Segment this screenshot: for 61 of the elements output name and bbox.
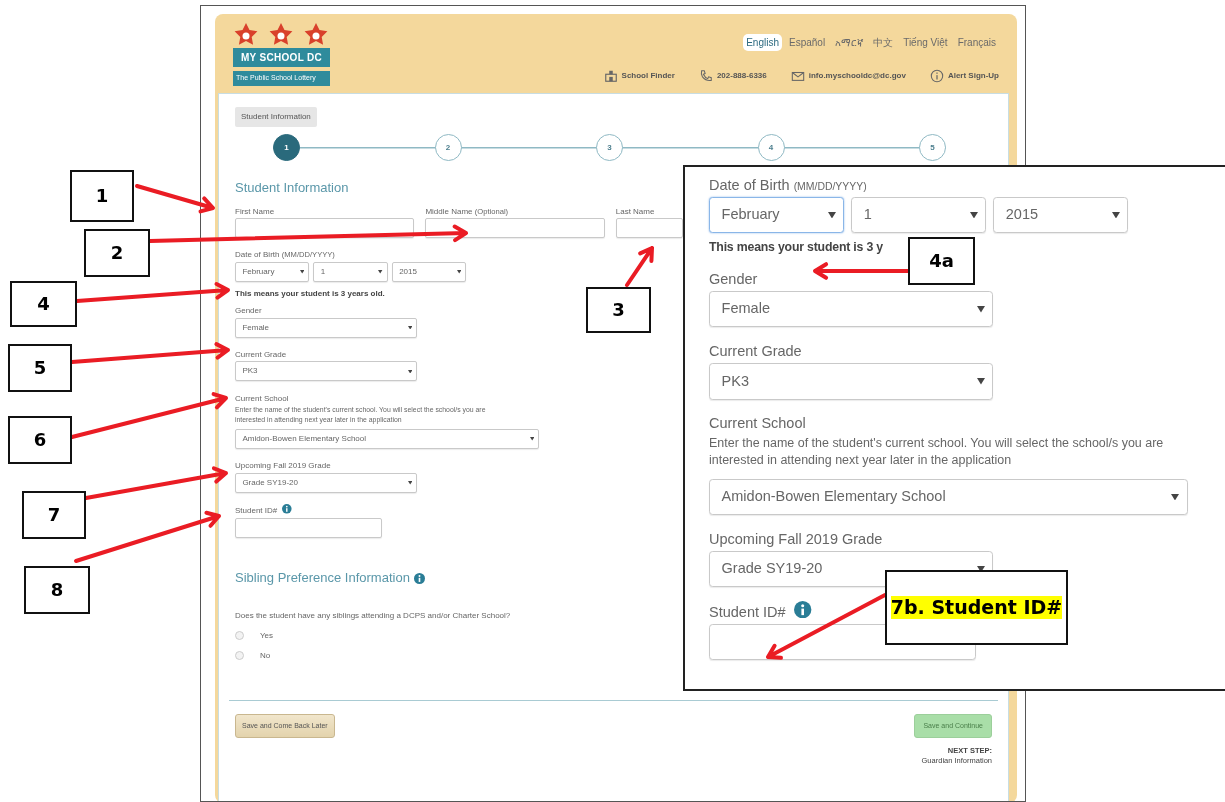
- age-message: This means your student is 3 y: [709, 239, 883, 257]
- field-label: Current School: [709, 414, 806, 433]
- step-circle[interactable]: 1: [273, 134, 300, 161]
- dropdown[interactable]: 2015: [391, 261, 467, 282]
- field-label: Current Grade: [235, 349, 287, 360]
- dropdown[interactable]: PK3: [709, 363, 994, 400]
- section-heading: Sibling Preference Information: [235, 568, 410, 587]
- header-link[interactable]: School Finder: [621, 70, 675, 82]
- field-label: Date of Birth (MM/DD/YYYY): [709, 176, 867, 195]
- language-link[interactable]: 中文: [870, 34, 897, 51]
- header-link[interactable]: info.myschooldc@dc.gov: [808, 70, 906, 82]
- callout-label: 4a: [929, 250, 954, 272]
- callout-label: 2: [110, 242, 124, 264]
- dropdown[interactable]: PK3: [235, 361, 418, 382]
- field-label: Gender: [235, 306, 262, 317]
- radio-label: No: [260, 649, 271, 662]
- step-circle[interactable]: 4: [757, 134, 785, 161]
- dropdown[interactable]: Amidon-Bowen Elementary School: [709, 478, 1188, 516]
- callout-label: 3: [612, 299, 625, 321]
- dropdown[interactable]: Amidon-Bowen Elementary School: [235, 429, 539, 450]
- field-label: Gender: [709, 270, 758, 289]
- callout-label: 1: [95, 185, 109, 207]
- dropdown[interactable]: 1: [851, 197, 986, 234]
- language-link[interactable]: Español: [786, 34, 829, 51]
- dropdown[interactable]: 2015: [993, 197, 1129, 234]
- callout-label: 5: [33, 357, 47, 379]
- question-text: Does the student have any siblings attending a DCPS and/or Charter School?: [235, 609, 511, 622]
- dropdown[interactable]: February: [709, 197, 844, 234]
- language-link[interactable]: English: [743, 34, 782, 51]
- help-text: Enter the name of the student's current school. You will select the school/s you are interested in attending next year later in the application: [709, 435, 1165, 469]
- header-link[interactable]: 202-888-6336: [716, 70, 767, 82]
- dropdown[interactable]: Female: [709, 291, 994, 328]
- field-label: Student ID#: [235, 506, 278, 517]
- field-label: First Name: [235, 206, 275, 217]
- field-label: Student ID#: [709, 602, 786, 622]
- step-circle[interactable]: 2: [434, 134, 462, 161]
- callout-label: 6: [33, 429, 47, 451]
- field-label: Upcoming Fall 2019 Grade: [235, 461, 331, 472]
- age-message: This means your student is 3 years old.: [235, 288, 385, 301]
- dropdown[interactable]: 1: [313, 261, 388, 282]
- callout-label: 7: [47, 504, 61, 526]
- logo-title: MY SCHOOL DC: [233, 48, 330, 67]
- field-label: Upcoming Fall 2019 Grade: [709, 529, 883, 549]
- callout-label: 4: [37, 293, 50, 315]
- language-link[interactable]: Tiếng Việt: [900, 34, 951, 51]
- language-link[interactable]: አማርኛ: [832, 34, 867, 51]
- field-label: Current School: [235, 393, 289, 404]
- section-heading: Student Information: [235, 179, 349, 197]
- dropdown[interactable]: February: [235, 261, 310, 282]
- step-circle[interactable]: 3: [596, 134, 623, 161]
- dropdown[interactable]: Female: [235, 317, 418, 338]
- step-circle[interactable]: 5: [919, 134, 946, 161]
- language-link[interactable]: Français: [954, 34, 999, 51]
- step-tooltip: Student Information: [235, 107, 317, 127]
- alert-signup-link[interactable]: Alert Sign-Up: [947, 70, 999, 82]
- dropdown[interactable]: Grade SY19-20: [235, 473, 418, 494]
- radio-label: Yes: [260, 629, 274, 642]
- field-label: Current Grade: [709, 342, 802, 361]
- field-label: Last Name: [615, 206, 655, 217]
- callout-label: 8: [50, 579, 64, 601]
- callout-label: 7b. Student ID#: [890, 596, 1063, 619]
